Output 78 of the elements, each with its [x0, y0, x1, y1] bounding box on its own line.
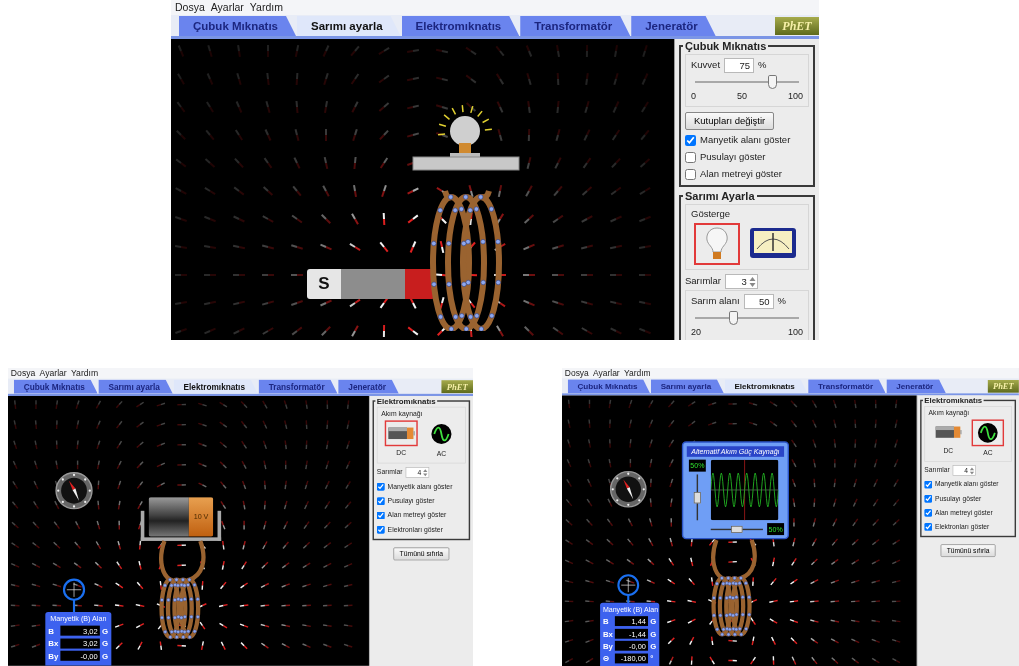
- menu-item[interactable]: Ayarlar: [210, 0, 244, 15]
- slider-label: Kuvvet: [691, 58, 721, 73]
- tab[interactable]: Çubuk Mıknatıs: [179, 16, 296, 36]
- slider-track[interactable]: [695, 75, 799, 89]
- tick-label: 100: [787, 326, 803, 339]
- value-field[interactable]: 75: [724, 58, 755, 73]
- tab[interactable]: Transformatör: [520, 16, 631, 36]
- menu-item[interactable]: Ayarlar: [593, 368, 620, 379]
- checkbox-label: Alan metreyi göster: [700, 167, 782, 182]
- slider-thumb[interactable]: [693, 491, 701, 503]
- tab[interactable]: Transformatör: [808, 379, 886, 394]
- menu-item[interactable]: Yardım: [71, 368, 99, 379]
- menu-item[interactable]: Dosya: [10, 368, 36, 379]
- spinner-arrows-icon[interactable]: [748, 275, 756, 288]
- compass-icon: [54, 471, 94, 511]
- oscilloscope-wave-drawing: [710, 459, 779, 521]
- checkbox[interactable]: [924, 494, 933, 503]
- checkbox[interactable]: [376, 525, 385, 534]
- spinner-arrows-icon[interactable]: [969, 466, 975, 475]
- lightbulb-icon: [704, 227, 729, 261]
- checkbox[interactable]: [924, 480, 933, 489]
- menu-item[interactable]: Dosya: [175, 0, 205, 15]
- option-button[interactable]: [384, 420, 418, 447]
- menu-item[interactable]: Yardım: [623, 368, 651, 379]
- tick-label: 0: [691, 90, 696, 103]
- ac-sine-icon: [977, 422, 999, 444]
- checkbox[interactable]: [685, 134, 696, 146]
- slider-thumb[interactable]: [729, 311, 738, 325]
- tab[interactable]: Elektromıknatıs: [724, 379, 808, 394]
- checkbox[interactable]: [376, 511, 385, 520]
- tab[interactable]: Transformatör: [258, 379, 338, 394]
- checkbox[interactable]: [924, 523, 933, 531]
- tick-label: 100: [787, 90, 803, 103]
- tab[interactable]: Elektromıknatıs: [173, 379, 258, 394]
- compass-icon: [609, 470, 648, 509]
- tab[interactable]: Sarımı ayarla: [297, 16, 401, 36]
- tab[interactable]: Çubuk Mıknatıs: [567, 379, 651, 394]
- slider-thumb[interactable]: [731, 525, 743, 533]
- swap-poles-button[interactable]: Kutupları değiştir: [685, 111, 775, 130]
- logo: PhET: [441, 380, 473, 394]
- tab[interactable]: Jeneratör: [631, 16, 716, 36]
- tab[interactable]: Sarımı ayarla: [98, 379, 173, 394]
- tick-label: 20: [691, 326, 701, 339]
- slider-track[interactable]: [695, 311, 799, 325]
- slider-thumb[interactable]: [768, 75, 777, 89]
- logo: PhET: [987, 380, 1019, 393]
- checkbox[interactable]: [685, 151, 696, 163]
- checkbox[interactable]: [376, 497, 385, 506]
- menu-item[interactable]: Dosya: [564, 368, 589, 379]
- tick-label: 50: [737, 90, 747, 103]
- magnet-pole-label: S: [318, 273, 330, 296]
- spinner-arrows-icon[interactable]: [422, 468, 428, 477]
- unit-label: %: [758, 58, 767, 73]
- number-spinner[interactable]: 3: [724, 274, 758, 289]
- value-field[interactable]: 50: [743, 294, 774, 309]
- slider-label: Sarım alanı: [691, 294, 740, 309]
- logo: PhET: [775, 17, 819, 35]
- choice-label: Gösterge: [691, 206, 732, 221]
- tab[interactable]: Sarımı ayarla: [650, 379, 724, 394]
- spinner-label: Sarımlar: [685, 274, 721, 289]
- menu-item[interactable]: Ayarlar: [39, 368, 67, 379]
- checkbox[interactable]: [924, 509, 933, 517]
- checkbox[interactable]: [685, 168, 696, 180]
- ac-sine-icon: [430, 423, 453, 445]
- tab[interactable]: Elektromıknatıs: [401, 16, 520, 36]
- galvanometer-icon: [748, 227, 797, 259]
- tab[interactable]: Çubuk Mıknatıs: [13, 379, 98, 394]
- battery-icon: [934, 425, 962, 440]
- menu-item[interactable]: Yardım: [249, 0, 283, 15]
- option-button[interactable]: [971, 419, 1005, 447]
- tab[interactable]: Jeneratör: [338, 379, 399, 394]
- group-title: Çubuk Mıknatıs: [683, 39, 769, 53]
- unit-label: %: [777, 294, 787, 309]
- checkbox-label: Pusulayı göster: [700, 150, 766, 165]
- tab[interactable]: Jeneratör: [886, 379, 946, 394]
- battery-icon: [387, 426, 415, 441]
- checkbox-label: Manyetik alanı göster: [700, 133, 791, 148]
- checkbox[interactable]: [376, 482, 385, 491]
